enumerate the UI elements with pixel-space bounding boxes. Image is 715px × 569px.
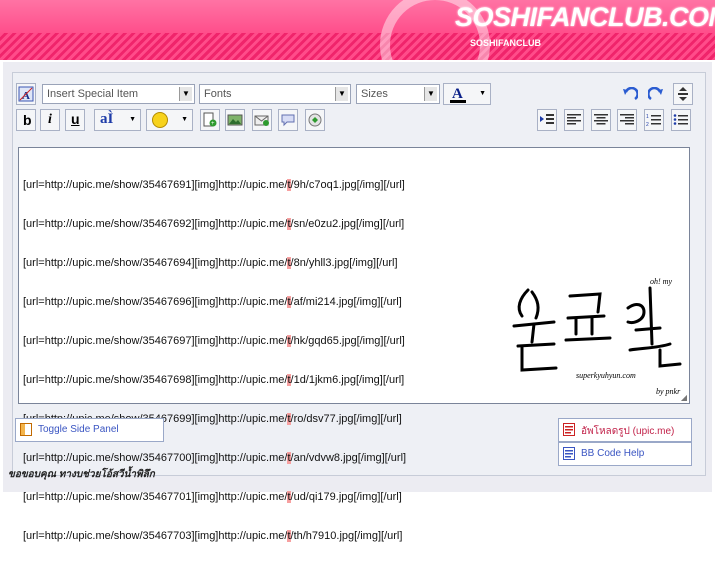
chevron-down-icon: ▼ <box>181 116 188 123</box>
svg-text:1: 1 <box>646 114 649 120</box>
redo-icon[interactable] <box>647 85 665 103</box>
font-style-icon: aÌ <box>100 111 114 127</box>
smilies-button[interactable]: ▼ <box>146 109 193 131</box>
help-icon <box>563 447 575 460</box>
underline-button[interactable]: u <box>65 109 85 131</box>
content-line: [url=http://upic.me/show/35467701][img]h… <box>23 491 402 503</box>
fonts-select[interactable]: Fonts ▼ <box>199 84 351 104</box>
insert-code-icon[interactable] <box>305 109 325 131</box>
content-line: [url=http://upic.me/show/35467697][img]h… <box>23 335 405 347</box>
content-line: [url=http://upic.me/show/35467700][img]h… <box>23 452 407 464</box>
signature-site-text: superkyuhyun.com <box>576 371 636 380</box>
toggle-side-panel-button[interactable]: Toggle Side Panel <box>15 418 164 442</box>
text-color-button[interactable]: A ▼ <box>443 83 491 105</box>
banner-stripe-bottom <box>0 33 715 60</box>
resize-editor-icon[interactable] <box>673 83 693 105</box>
sizes-select[interactable]: Sizes ▼ <box>356 84 440 104</box>
numbered-list-icon[interactable]: 12 <box>644 109 664 131</box>
svg-text:+: + <box>211 121 215 127</box>
bold-label: b <box>23 112 32 128</box>
site-banner: SOSHIFANCLUB.COM SOSHIFANCLUB <box>0 0 715 60</box>
insert-link-icon[interactable]: + <box>200 109 220 131</box>
signature-byline: by pnkr <box>656 387 681 396</box>
undo-icon[interactable] <box>621 85 639 103</box>
svg-text:2: 2 <box>646 122 649 127</box>
message-content: [url=http://upic.me/show/35467691][img]h… <box>23 153 406 569</box>
align-left-icon[interactable] <box>564 109 584 131</box>
chevron-down-icon: ▼ <box>479 90 486 97</box>
insert-special-item-label: Insert Special Item <box>47 88 139 100</box>
bold-button[interactable]: b <box>16 109 36 131</box>
align-center-icon[interactable] <box>591 109 611 131</box>
signature-watermark: oh! my superkyuhyun.com by pnkr <box>512 278 682 396</box>
remove-format-icon[interactable]: A <box>16 83 36 105</box>
smiley-icon <box>152 112 168 128</box>
insert-email-icon[interactable] <box>252 109 272 131</box>
chevron-down-icon: ▼ <box>179 87 192 101</box>
chevron-down-icon: ▼ <box>335 87 348 101</box>
insert-special-item-select[interactable]: Insert Special Item ▼ <box>42 84 195 104</box>
fonts-label: Fonts <box>204 88 232 100</box>
bbcode-help-label: BB Code Help <box>581 448 645 459</box>
signature-small-text: oh! my <box>650 278 672 286</box>
text-color-swatch <box>450 100 466 103</box>
italic-label: i <box>48 112 52 127</box>
chevron-down-icon: ▼ <box>129 116 136 123</box>
upload-icon <box>563 423 575 436</box>
content-line: [url=http://upic.me/show/35467696][img]h… <box>23 296 402 308</box>
sizes-label: Sizes <box>361 88 388 100</box>
upload-image-label: อัพโหลดรูป (upic.me) <box>581 426 675 437</box>
indent-icon[interactable] <box>537 109 557 131</box>
upload-image-button[interactable]: อัพโหลดรูป (upic.me) <box>558 418 692 442</box>
align-right-icon[interactable] <box>617 109 637 131</box>
site-logo-subtext: SOSHIFANCLUB <box>470 38 542 48</box>
content-line: [url=http://upic.me/show/35467703][img]h… <box>23 530 403 542</box>
toggle-side-panel-label: Toggle Side Panel <box>38 424 119 435</box>
bulleted-list-icon[interactable] <box>671 109 691 131</box>
italic-button[interactable]: i <box>40 109 60 131</box>
insert-quote-icon[interactable] <box>278 109 298 131</box>
insert-image-icon[interactable] <box>225 109 245 131</box>
bbcode-help-button[interactable]: BB Code Help <box>558 442 692 466</box>
underline-label: u <box>71 111 80 127</box>
footer-thanks-text: ขอขอบคุณ ทางบช่วยโอ้สวีน้ำพิลึก <box>8 469 155 480</box>
content-line: [url=http://upic.me/show/35467691][img]h… <box>23 179 405 191</box>
chevron-down-icon: ▼ <box>424 87 437 101</box>
site-logo-text[interactable]: SOSHIFANCLUB.COM <box>455 2 715 33</box>
side-panel-icon <box>20 423 32 436</box>
content-line: [url=http://upic.me/show/35467698][img]h… <box>23 374 405 386</box>
content-line: [url=http://upic.me/show/35467694][img]h… <box>23 257 398 269</box>
content-line: [url=http://upic.me/show/35467692][img]h… <box>23 218 405 230</box>
font-style-button[interactable]: aÌ ▼ <box>94 109 141 131</box>
